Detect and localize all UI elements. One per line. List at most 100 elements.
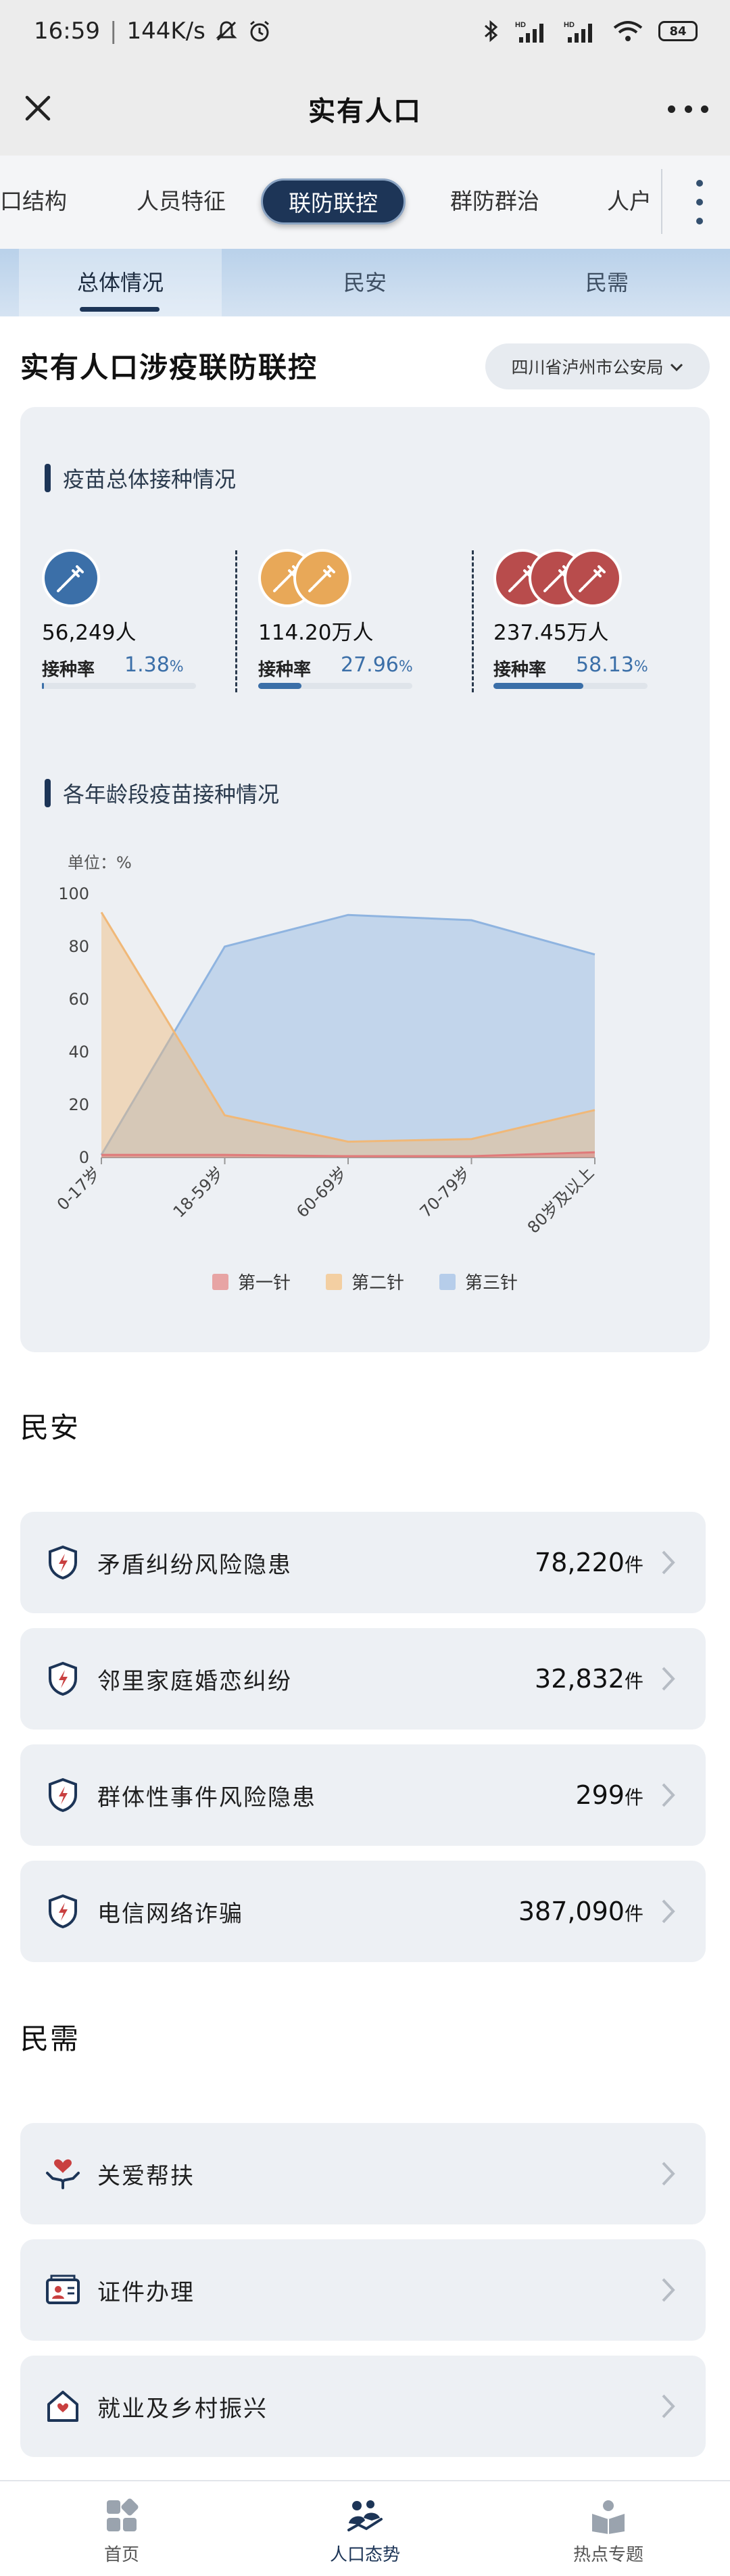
syringe-icon <box>564 549 622 607</box>
legend-swatch <box>439 1273 456 1290</box>
chevron-right-icon <box>661 1899 676 1924</box>
status-bar: 16:59 | 144K/s HD HD 84 <box>0 0 730 62</box>
chevron-right-icon <box>661 2161 676 2187</box>
value-number: 299 <box>575 1780 625 1810</box>
list-item-label: 矛盾纠纷风险隐患 <box>97 1551 292 1579</box>
value-number: 78,220 <box>535 1548 625 1577</box>
region-select-value: 四川省泸州市公安局 <box>511 358 664 377</box>
subtab-active-indicator <box>80 307 160 312</box>
list-item-label: 关爱帮扶 <box>97 2162 195 2190</box>
vaccine-dose2-rate: 27.96% <box>341 653 413 677</box>
age-chart-title: 各年龄段疫苗接种情况 <box>45 778 279 809</box>
rate-unit: % <box>633 659 648 675</box>
rate-number: 27.96 <box>341 653 399 677</box>
tab-group-governance[interactable]: 群防群治 <box>450 178 539 224</box>
value-unit: 件 <box>624 1554 643 1576</box>
vaccine-dose1-count: 56,249人 <box>42 621 137 645</box>
rate-number: 58.13 <box>576 653 634 677</box>
legend-dose1[interactable]: 第一针 <box>212 1269 291 1294</box>
vaccine-dose1-rate: 1.38% <box>124 653 184 677</box>
bottom-nav-label: 热点专题 <box>573 2545 643 2565</box>
chevron-down-icon <box>669 357 684 377</box>
status-time: 16:59 <box>34 18 100 45</box>
more-options-icon[interactable] <box>668 92 708 126</box>
tab-joint-prevention[interactable]: 联防联控 <box>261 178 406 224</box>
list-item-telecom-fraud[interactable]: 电信网络诈骗 387,090件 <box>20 1861 706 1962</box>
status-right: HD HD 84 <box>483 19 698 43</box>
age-chart-title-text: 各年龄段疫苗接种情况 <box>63 782 280 807</box>
mute-icon <box>215 20 238 43</box>
vaccine-dose3-count: 237.45万人 <box>493 621 609 645</box>
vaccine-rate-label: 接种率 <box>42 660 95 680</box>
vaccine-dose2-stat: 114.20万人 接种率 27.96% <box>258 549 427 698</box>
chevron-right-icon <box>661 2393 676 2419</box>
vaccine-dose1-progress <box>42 683 196 689</box>
value-unit: 件 <box>624 1903 643 1925</box>
rate-unit: % <box>169 659 184 675</box>
list-item-care-support[interactable]: 关爱帮扶 <box>20 2123 706 2224</box>
id-card-icon <box>45 2272 81 2308</box>
syringe-icon <box>42 549 100 607</box>
svg-text:HD: HD <box>564 21 575 29</box>
subtab-overview[interactable]: 总体情况 <box>19 249 222 316</box>
close-icon[interactable] <box>19 89 57 127</box>
syringe-icon <box>293 549 351 607</box>
subtab-minan[interactable]: 民安 <box>264 249 466 316</box>
chevron-right-icon <box>661 2277 676 2303</box>
legend-dose3[interactable]: 第三针 <box>439 1269 518 1294</box>
subtab-minxu[interactable]: 民需 <box>506 249 708 316</box>
value-unit: 件 <box>624 1670 643 1692</box>
y-tick-label: 100 <box>58 884 89 903</box>
bottom-nav-label: 人口态势 <box>329 2545 400 2565</box>
y-tick-label: 60 <box>68 990 89 1009</box>
grid-home-icon <box>101 2498 142 2535</box>
minan-section-title: 民安 <box>20 1411 80 1444</box>
legend-swatch <box>325 1273 342 1290</box>
status-network-speed: 144K/s <box>126 18 205 45</box>
list-item-employment[interactable]: 就业及乡村振兴 <box>20 2356 706 2457</box>
status-left: 16:59 | 144K/s <box>34 18 272 45</box>
legend-dose2[interactable]: 第二针 <box>325 1269 404 1294</box>
bluetooth-icon <box>483 19 500 43</box>
y-tick-label: 20 <box>68 1095 89 1114</box>
list-item-certificate[interactable]: 证件办理 <box>20 2239 706 2341</box>
sub-tabs: 总体情况 民安 民需 <box>0 249 730 316</box>
heart-hands-icon <box>45 2155 81 2192</box>
syringe-group-1 <box>42 549 211 610</box>
x-tick-label: 80岁及以上 <box>524 1163 598 1237</box>
region-select[interactable]: 四川省泸州市公安局 <box>485 343 710 389</box>
title-accent-bar <box>45 464 51 492</box>
list-item-group-incident[interactable]: 群体性事件风险隐患 299件 <box>20 1744 706 1846</box>
list-item-family-dispute[interactable]: 邻里家庭婚恋纠纷 32,832件 <box>20 1628 706 1730</box>
vaccine-overview-title-text: 疫苗总体接种情况 <box>63 467 237 492</box>
tab-household[interactable]: 人户 <box>607 178 652 224</box>
bottom-nav-home[interactable]: 首页 <box>54 2492 189 2573</box>
progress-fill <box>258 683 301 689</box>
battery-icon: 84 <box>658 21 698 41</box>
bottom-nav-hot-topics[interactable]: 热点专题 <box>541 2492 676 2573</box>
tab-population-structure[interactable]: 口结构 <box>0 178 67 224</box>
x-tick-label: 0-17岁 <box>53 1163 104 1214</box>
tab-more-icon[interactable] <box>689 180 710 224</box>
y-tick-label: 0 <box>79 1148 89 1167</box>
legend-label: 第二针 <box>351 1273 404 1293</box>
house-icon <box>45 2388 81 2425</box>
svg-text:HD: HD <box>515 21 526 29</box>
alert-shield-icon <box>45 1544 81 1581</box>
tab-personnel-features[interactable]: 人员特征 <box>137 178 226 224</box>
people-trend-icon <box>345 2498 385 2535</box>
list-item-label: 群体性事件风险隐患 <box>97 1784 316 1811</box>
syringe-group-3 <box>493 549 669 610</box>
alarm-icon <box>247 19 272 43</box>
list-item-conflict-risk[interactable]: 矛盾纠纷风险隐患 78,220件 <box>20 1512 706 1613</box>
list-item-value: 299件 <box>575 1780 643 1810</box>
list-item-value: 387,090件 <box>518 1897 643 1926</box>
rate-number: 1.38 <box>124 653 170 677</box>
bottom-nav-population[interactable]: 人口态势 <box>297 2492 433 2573</box>
reader-book-icon <box>588 2498 629 2535</box>
tab-divider <box>661 169 662 234</box>
syringe-group-2 <box>258 549 427 610</box>
signal-icon-2: HD <box>564 20 598 43</box>
status-separator: | <box>109 18 118 45</box>
y-unit-label: 单位：% <box>68 853 132 872</box>
